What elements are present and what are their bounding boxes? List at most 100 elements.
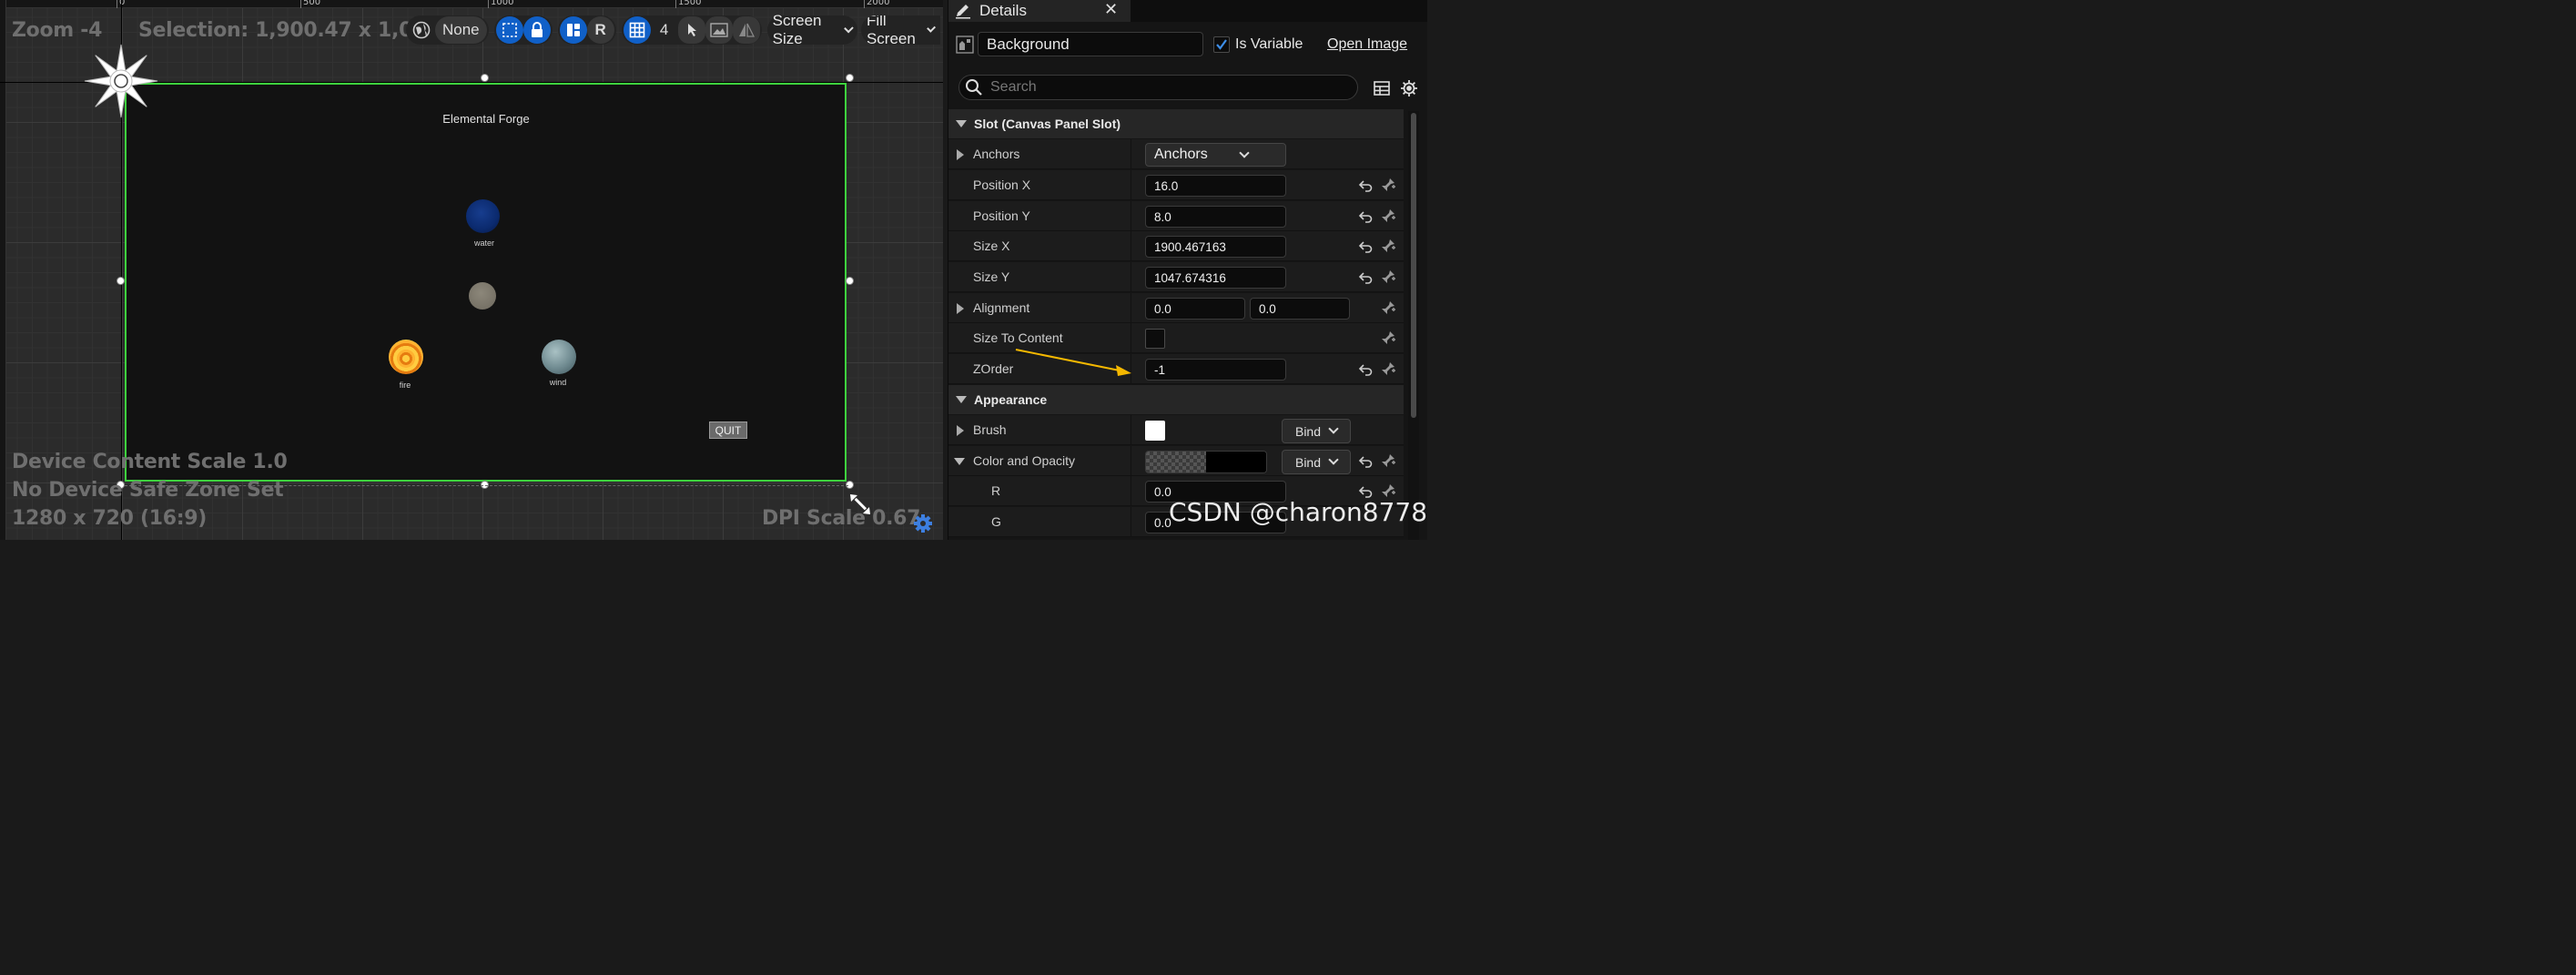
open-image-link[interactable]: Open Image — [1327, 36, 1407, 53]
prop-name: Color and Opacity — [973, 453, 1076, 468]
resize-handle-top[interactable] — [481, 74, 489, 82]
tab-title: Details — [979, 2, 1027, 19]
prop-row-position-y: Position Y 8.0 — [948, 201, 1404, 231]
details-scrollbar[interactable] — [1408, 111, 1419, 540]
widget-name-input[interactable]: Background — [978, 32, 1203, 56]
zoom-label: Zoom -4 — [12, 19, 103, 42]
anchors-dropdown-label: Anchors — [1154, 147, 1208, 162]
is-variable-checkbox[interactable] — [1213, 36, 1230, 53]
pin-icon[interactable] — [1380, 452, 1396, 469]
game-title: Elemental Forge — [442, 112, 530, 126]
globe-icon[interactable] — [408, 16, 435, 44]
brush-bind-button[interactable]: Bind — [1282, 419, 1351, 443]
screen-size-dropdown[interactable]: Screen Size — [766, 12, 857, 47]
chevron-down-icon — [1328, 423, 1339, 434]
property-matrix-icon[interactable] — [1373, 79, 1391, 97]
prop-name: Position X — [973, 178, 1031, 192]
collapse-triangle-icon — [956, 396, 967, 403]
prop-row-alignment: Alignment 0.0 0.0 — [948, 293, 1404, 323]
widget-name-row: Background Is Variable Open Image — [948, 27, 1427, 62]
water-orb[interactable] — [466, 199, 500, 233]
designer-viewport[interactable]: 0 500 1000 1500 2000 Elemental Forge wat… — [0, 0, 943, 540]
section-appearance-header[interactable]: Appearance — [948, 385, 1404, 414]
expand-triangle-icon[interactable] — [957, 149, 964, 160]
wind-orb[interactable] — [542, 340, 576, 374]
alignment-x-input[interactable]: 0.0 — [1145, 298, 1245, 320]
orb-label-fire: fire — [399, 381, 411, 390]
color-bind-button[interactable]: Bind — [1282, 450, 1351, 474]
alignment-y-input[interactable]: 0.0 — [1250, 298, 1350, 320]
reset-to-default-icon[interactable] — [1358, 239, 1373, 254]
section-slot-header[interactable]: Slot (Canvas Panel Slot) — [948, 109, 1404, 138]
lock-icon[interactable] — [522, 16, 551, 44]
prop-name: Size X — [973, 239, 1010, 253]
ruler-tick: 1500 — [674, 0, 701, 8]
resize-handle-top-right[interactable] — [846, 74, 854, 82]
ruler-tick: 2000 — [863, 0, 889, 8]
search-input[interactable]: Search — [958, 75, 1358, 100]
pencil-icon — [956, 5, 970, 19]
region-select-icon[interactable] — [495, 16, 523, 44]
alpha-checker — [1146, 452, 1206, 472]
fill-screen-label: Fill Screen — [866, 15, 916, 45]
layout-group: R — [557, 15, 616, 45]
fire-orb[interactable] — [389, 340, 423, 374]
prop-name: Position Y — [973, 208, 1030, 223]
scrollbar-thumb[interactable] — [1411, 113, 1416, 418]
size-y-input[interactable]: 1047.674316 — [1145, 267, 1286, 289]
reset-to-default-icon[interactable] — [1358, 270, 1373, 285]
localization-dropdown[interactable]: None — [435, 16, 487, 44]
brush-color-swatch[interactable] — [1145, 421, 1165, 441]
position-y-input[interactable]: 8.0 — [1145, 206, 1286, 228]
quit-button[interactable]: QUIT — [709, 421, 747, 439]
cursor-icon[interactable] — [677, 16, 705, 44]
grid-icon[interactable] — [623, 16, 651, 44]
prop-name: ZOrder — [973, 361, 1014, 376]
close-icon[interactable]: ✕ — [1104, 0, 1118, 19]
pin-icon[interactable] — [1380, 300, 1396, 316]
size-to-content-checkbox[interactable] — [1145, 329, 1165, 349]
grid-group: 4 — [621, 15, 762, 45]
grid-snap-value[interactable]: 4 — [651, 16, 678, 44]
position-x-input[interactable]: 16.0 — [1145, 175, 1286, 197]
center-orb[interactable] — [469, 282, 496, 310]
resize-handle-left[interactable] — [117, 277, 125, 285]
zorder-input[interactable]: -1 — [1145, 359, 1286, 381]
color-opacity-swatch[interactable] — [1145, 451, 1267, 473]
reset-to-default-icon[interactable] — [1358, 178, 1373, 193]
layout-icon[interactable] — [559, 16, 587, 44]
resize-handle-right[interactable] — [846, 277, 854, 285]
reset-to-default-icon[interactable] — [1358, 209, 1373, 224]
settings-gear-icon[interactable] — [1399, 78, 1419, 98]
pin-icon[interactable] — [1380, 269, 1396, 285]
ruler-tick: 1000 — [487, 0, 513, 8]
prop-name: Alignment — [973, 300, 1030, 315]
pin-icon[interactable] — [1380, 330, 1396, 346]
pin-icon[interactable] — [1380, 208, 1396, 224]
gear-icon[interactable] — [913, 513, 933, 533]
prop-name: R — [991, 483, 1001, 498]
expand-triangle-icon[interactable] — [957, 303, 964, 314]
expand-triangle-icon[interactable] — [957, 425, 964, 436]
chevron-down-icon — [927, 23, 937, 33]
reset-to-default-icon[interactable] — [1358, 454, 1373, 469]
pin-icon[interactable] — [1380, 238, 1396, 254]
resize-diagonal-icon[interactable] — [848, 493, 872, 516]
mirror-icon[interactable] — [732, 16, 760, 44]
is-variable-label: Is Variable — [1235, 36, 1303, 52]
orb-label-water: water — [473, 239, 494, 248]
prop-name: Size To Content — [973, 330, 1063, 345]
size-x-input[interactable]: 1900.467163 — [1145, 236, 1286, 258]
reset-to-default-icon[interactable] — [1358, 362, 1373, 377]
anchor-medallion-icon[interactable] — [84, 44, 158, 118]
pin-icon[interactable] — [1380, 177, 1396, 193]
respect-locks-toggle[interactable]: R — [586, 16, 614, 44]
image-icon[interactable] — [705, 16, 733, 44]
tab-details[interactable]: Details — [948, 0, 1131, 22]
fill-screen-dropdown[interactable]: Fill Screen — [860, 15, 940, 45]
pin-icon[interactable] — [1380, 361, 1396, 377]
bind-label: Bind — [1294, 454, 1322, 470]
anchors-dropdown[interactable]: Anchors — [1145, 143, 1286, 167]
section-appearance-title: Appearance — [974, 392, 1048, 407]
collapse-triangle-icon[interactable] — [954, 458, 965, 465]
